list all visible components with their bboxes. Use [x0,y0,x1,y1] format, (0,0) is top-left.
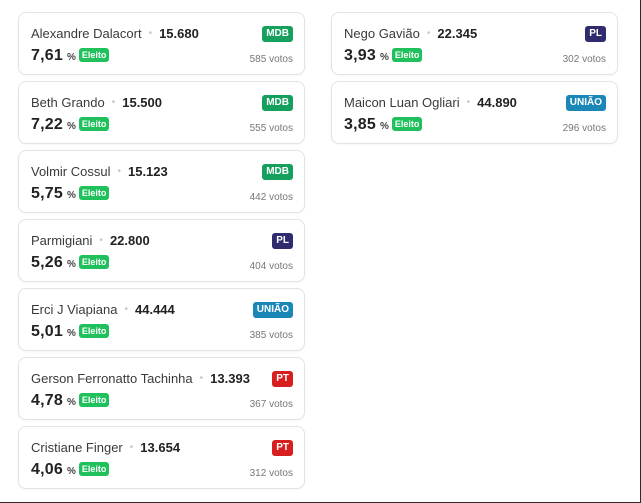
vote-count: 585 votos [249,54,293,65]
status-badge: Eleito [78,48,110,62]
vote-percentage: 7,61 [31,47,63,64]
separator-dot-icon: • [426,28,431,39]
candidate-column-left: Alexandre Dalacort • 15.680 MDB 7,61% Eleit… [18,12,305,495]
candidate-name: Gerson Ferronatto Tachinha [31,371,193,386]
separator-dot-icon: • [111,97,116,108]
percent-sign: % [379,52,389,63]
party-badge: PT [272,440,293,456]
vote-count: 385 votos [249,330,293,341]
party-badge: MDB [262,164,293,180]
status-badge: Eleito [391,48,423,62]
status-badge: Eleito [78,393,110,407]
vote-percentage: 7,22 [31,116,63,133]
candidate-number: 13.654 [140,440,181,455]
candidate-card[interactable]: Nego Gavião • 22.345 PL 3,93% Eleito 302 vo… [331,12,618,75]
party-badge: MDB [262,95,293,111]
vote-count: 367 votos [249,399,293,410]
candidate-card[interactable]: Cristiane Finger • 13.654 PT 4,06% Eleito 3… [18,426,305,489]
vote-count: 302 votos [562,54,606,65]
candidate-number: 44.444 [135,302,175,317]
candidate-number: 15.123 [127,164,168,179]
party-badge: MDB [262,26,293,42]
separator-dot-icon: • [99,235,103,246]
candidate-number: 22.345 [437,26,478,41]
candidate-column-right: Nego Gavião • 22.345 PL 3,93% Eleito 302 vo… [331,12,618,150]
vote-percentage: 5,75 [31,185,63,202]
status-badge: Eleito [78,324,110,338]
candidate-card[interactable]: Volmir Cossul • 15.123 MDB 5,75% Eleito 442… [18,150,305,213]
separator-dot-icon: • [124,304,128,315]
status-badge: Eleito [391,117,423,131]
vote-count: 312 votos [249,468,293,479]
candidate-number: 22.800 [109,233,150,248]
candidate-name: Nego Gavião [344,26,420,41]
candidate-number: 13.393 [210,371,250,386]
party-badge: UNIÃO [565,95,606,111]
vote-percentage: 4,06 [31,461,63,478]
candidate-number: 15.680 [159,26,199,41]
candidate-name: Erci J Viapiana [31,302,118,317]
separator-dot-icon: • [129,442,134,453]
vote-percentage: 4,78 [31,392,63,409]
party-badge: UNIÃO [252,302,293,318]
percent-sign: % [66,466,76,477]
candidate-name: Cristiane Finger [31,440,123,455]
separator-dot-icon: • [148,28,153,39]
vote-percentage: 5,01 [31,323,63,340]
separator-dot-icon: • [117,166,121,177]
percent-sign: % [66,52,76,63]
status-badge: Eleito [78,462,110,476]
vote-count: 296 votos [562,123,606,134]
candidate-card[interactable]: Erci J Viapiana • 44.444 UNIÃO 5,01% Eleito… [18,288,305,351]
percent-sign: % [66,121,76,132]
percent-sign: % [66,328,76,339]
party-badge: PL [585,26,606,42]
party-badge: PT [272,371,293,387]
candidate-card[interactable]: Parmigiani • 22.800 PL 5,26% Eleito 404 vot… [18,219,305,282]
vote-percentage: 3,93 [344,47,376,64]
percent-sign: % [66,259,76,270]
candidate-card[interactable]: Beth Grando • 15.500 MDB 7,22% Eleito 555 v… [18,81,305,144]
candidate-name: Alexandre Dalacort [31,26,142,41]
candidate-name: Volmir Cossul [31,164,111,179]
percent-sign: % [66,190,76,201]
candidate-number: 15.500 [122,95,162,110]
candidate-card[interactable]: Gerson Ferronatto Tachinha • 13.393 PT 4,7… [18,357,305,420]
vote-count: 555 votos [249,123,293,134]
status-badge: Eleito [78,117,110,131]
candidate-number: 44.890 [477,95,517,110]
candidate-name: Maicon Luan Ogliari [344,95,460,110]
party-badge: PL [272,233,293,249]
candidate-name: Beth Grando [31,95,105,110]
status-badge: Eleito [78,255,110,269]
vote-count: 442 votos [249,192,293,203]
vote-percentage: 5,26 [31,254,63,271]
percent-sign: % [66,397,76,408]
candidate-card[interactable]: Maicon Luan Ogliari • 44.890 UNIÃO 3,85% El… [331,81,618,144]
status-badge: Eleito [78,186,110,200]
percent-sign: % [379,121,389,132]
vote-count: 404 votos [249,261,293,272]
vote-percentage: 3,85 [344,116,376,133]
separator-dot-icon: • [199,373,204,384]
candidate-name: Parmigiani [31,233,93,248]
separator-dot-icon: • [466,97,471,108]
candidate-card[interactable]: Alexandre Dalacort • 15.680 MDB 7,61% Eleit… [18,12,305,75]
